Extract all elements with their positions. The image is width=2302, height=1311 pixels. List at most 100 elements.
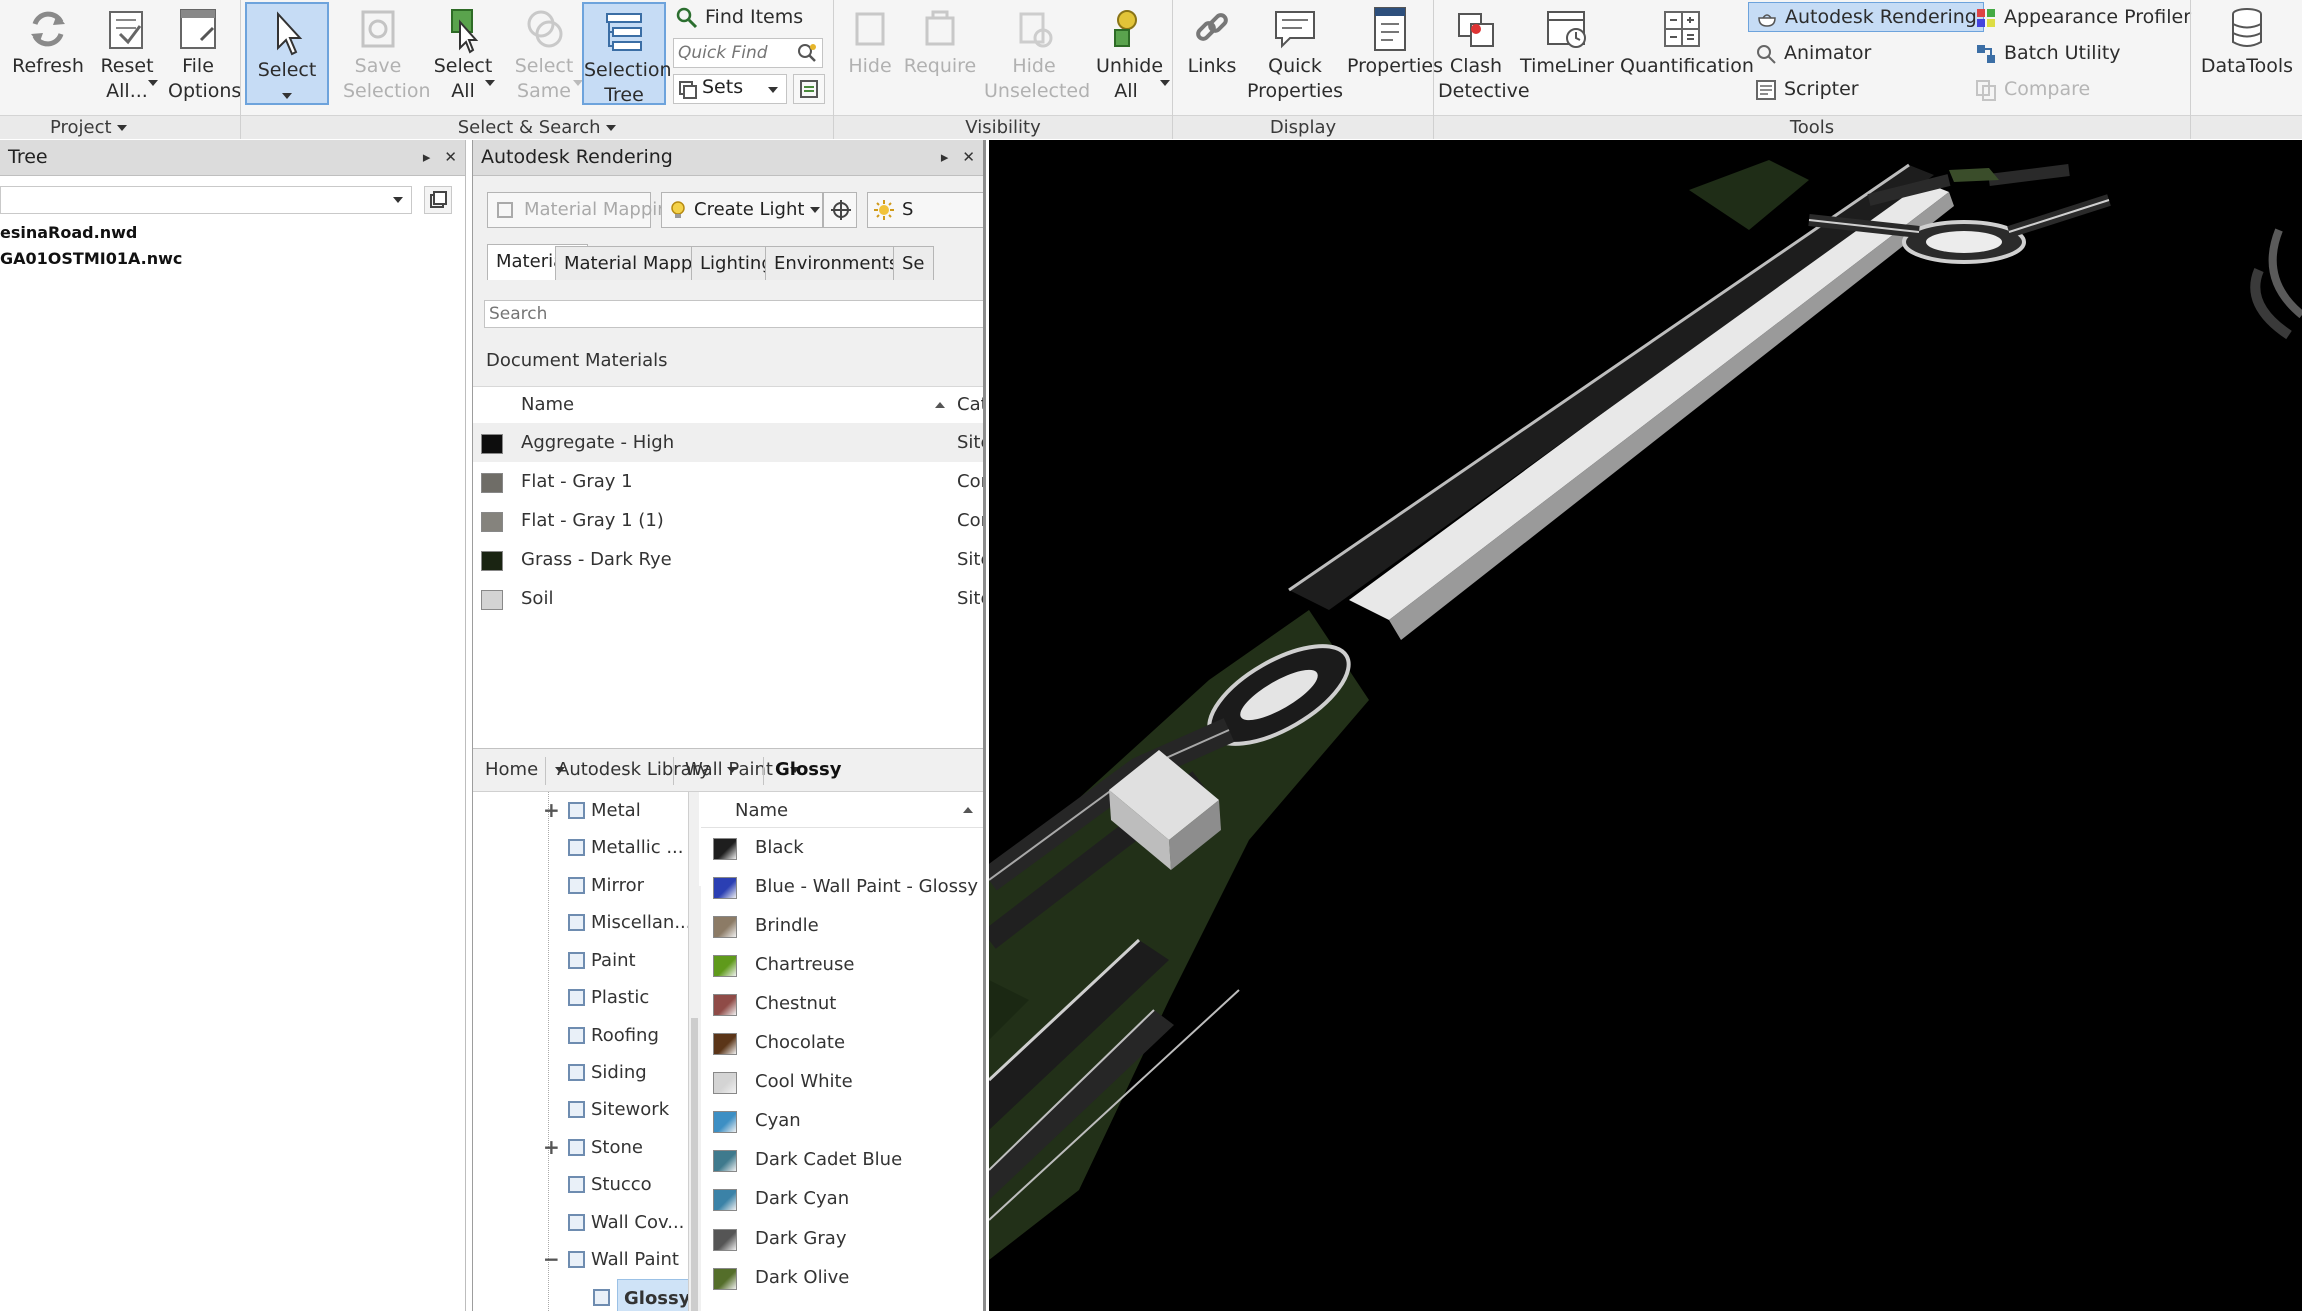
manage-sets-button[interactable]: [793, 74, 825, 104]
select-button[interactable]: Select: [245, 2, 329, 105]
3d-viewport[interactable]: [989, 140, 2302, 1311]
material-row[interactable]: Flat - Gray 1 Cor: [473, 462, 983, 501]
project-group-label[interactable]: Project: [0, 115, 240, 139]
refresh-icon: [31, 11, 65, 47]
material-folder-icon: [568, 914, 585, 932]
material-search-input[interactable]: [484, 300, 983, 328]
select-search-label: Select & Search: [457, 117, 601, 138]
material-folder-icon: [568, 1176, 585, 1194]
pin-icon[interactable]: ▸: [941, 148, 949, 166]
library-material-row[interactable]: Black: [701, 828, 983, 867]
material-row[interactable]: Flat - Gray 1 (1) Cor: [473, 501, 983, 540]
tree-item-file[interactable]: esinaRoad.nwd: [0, 223, 137, 242]
library-material-row[interactable]: Dark Olive: [701, 1258, 983, 1297]
visibility-group: Hide Require Hide Unselected Unhide All …: [834, 0, 1172, 139]
autodesk-rendering-button[interactable]: Autodesk Rendering: [1748, 2, 1984, 32]
material-row[interactable]: Aggregate - High Site: [473, 423, 983, 463]
rendering-titlebar: Autodesk Rendering ▸ ✕: [473, 140, 983, 176]
library-material-row[interactable]: Brindle: [701, 906, 983, 945]
close-icon[interactable]: ✕: [444, 148, 457, 166]
find-items-button[interactable]: Find Items: [675, 2, 803, 34]
library-material-row[interactable]: Dark Cyan: [701, 1179, 983, 1218]
save-selection-button[interactable]: Save Selection: [335, 0, 431, 104]
refresh-label: Refresh: [12, 55, 84, 77]
quick-properties-button[interactable]: Quick Properties: [1243, 0, 1347, 104]
select-search-group: Select Save Selection Select All Select …: [241, 0, 833, 139]
library-material-name: Dark Gray: [755, 1227, 847, 1249]
tree-view-dropdown[interactable]: [0, 186, 412, 214]
expand-toggle-icon[interactable]: +: [543, 1129, 560, 1166]
clash-detective-button[interactable]: Clash Detective: [1438, 0, 1530, 104]
appearance-profiler-button[interactable]: Appearance Profiler: [1974, 2, 2191, 34]
reset-all-button[interactable]: Reset All...: [92, 0, 162, 104]
library-material-row[interactable]: Dark Cadet Blue: [701, 1140, 983, 1179]
select-same-button[interactable]: Select Same: [505, 0, 583, 104]
expand-toggle-icon[interactable]: +: [543, 792, 560, 829]
unhide-dropdown-caret[interactable]: [1160, 80, 1170, 86]
scrollbar-thumb[interactable]: [691, 1018, 698, 1311]
library-material-row[interactable]: Cool White: [701, 1062, 983, 1101]
quantification-button[interactable]: Quantification: [1620, 0, 1754, 79]
sun-icon: [874, 200, 894, 220]
library-material-row[interactable]: Chestnut: [701, 984, 983, 1023]
scripter-button[interactable]: Scripter: [1754, 74, 1859, 106]
sun-button[interactable]: S: [867, 192, 983, 228]
tab-settings[interactable]: Se: [893, 246, 934, 280]
library-material-row[interactable]: Dark Gray: [701, 1219, 983, 1258]
library-material-row[interactable]: Blue - Wall Paint - Glossy: [701, 867, 983, 906]
sets-dropdown[interactable]: Sets: [673, 74, 787, 104]
reset-icon: [109, 11, 143, 49]
autodesk-rendering-label: Autodesk Rendering: [1785, 6, 1977, 28]
column-header-name[interactable]: Name: [521, 387, 574, 423]
create-light-dropdown[interactable]: Create Light: [661, 192, 823, 228]
library-tree-label: Metal: [591, 800, 641, 821]
refresh-button[interactable]: Refresh: [6, 0, 90, 79]
tab-environments[interactable]: Environments: [765, 246, 908, 280]
pin-icon[interactable]: ▸: [423, 148, 431, 166]
selection-tree-button[interactable]: Selection Tree: [582, 2, 672, 106]
hide-button[interactable]: Hide: [840, 0, 900, 79]
compare-button[interactable]: Compare: [1974, 74, 2090, 106]
material-category: Site: [957, 432, 983, 453]
material-folder-icon: [568, 1101, 585, 1119]
tree-item-file[interactable]: GA01OSTMI01A.nwc: [0, 249, 182, 268]
breadcrumb-home[interactable]: Home: [485, 749, 566, 791]
require-button[interactable]: Require: [900, 0, 980, 79]
timeliner-button[interactable]: TimeLiner: [1520, 0, 1614, 79]
material-swatch: [713, 1189, 737, 1212]
light-position-button[interactable]: [823, 192, 857, 228]
library-material-row[interactable]: Chartreuse: [701, 945, 983, 984]
select-all-dropdown-caret[interactable]: [485, 80, 495, 86]
material-mapping-dropdown[interactable]: Material Mapping: [487, 192, 696, 228]
compare-icon: [1976, 79, 1996, 101]
material-row[interactable]: Soil Site: [473, 579, 983, 618]
reset-dropdown-caret[interactable]: [148, 80, 158, 86]
unhide-all-button[interactable]: Unhide All: [1088, 0, 1164, 104]
quick-find-input[interactable]: [678, 40, 794, 66]
close-icon[interactable]: ✕: [962, 148, 975, 166]
expand-toggle-icon[interactable]: −: [543, 1241, 560, 1278]
compare-label: Compare: [2004, 78, 2091, 100]
column-header-category[interactable]: Cat: [957, 387, 983, 423]
hide-unselected-button[interactable]: Hide Unselected: [980, 0, 1090, 104]
library-tree-scrollbar[interactable]: [689, 792, 699, 1311]
library-material-row[interactable]: Chocolate: [701, 1023, 983, 1062]
links-button[interactable]: Links: [1181, 0, 1243, 79]
breadcrumb-glossy[interactable]: Glossy: [775, 749, 841, 791]
file-options-button[interactable]: File Options: [162, 0, 241, 104]
select-all-button[interactable]: Select All: [423, 0, 503, 104]
quick-find-search-icon[interactable]: [796, 42, 818, 64]
material-row[interactable]: Grass - Dark Rye Site: [473, 540, 983, 579]
material-swatch: [481, 434, 503, 454]
batch-utility-button[interactable]: Batch Utility: [1974, 38, 2121, 70]
library-material-name: Dark Cadet Blue: [755, 1149, 903, 1171]
clash-detective-icon: [1458, 13, 1494, 47]
properties-button[interactable]: Properties: [1347, 0, 1443, 79]
library-column-name[interactable]: Name: [735, 800, 788, 821]
animator-button[interactable]: Animator: [1754, 38, 1871, 70]
library-material-row[interactable]: Cyan: [701, 1101, 983, 1140]
library-tree-label: Glossy: [617, 1278, 688, 1311]
tree-options-button[interactable]: [424, 186, 452, 214]
datatools-button[interactable]: DataTools: [2195, 0, 2299, 79]
select-search-group-label[interactable]: Select & Search: [241, 115, 833, 139]
